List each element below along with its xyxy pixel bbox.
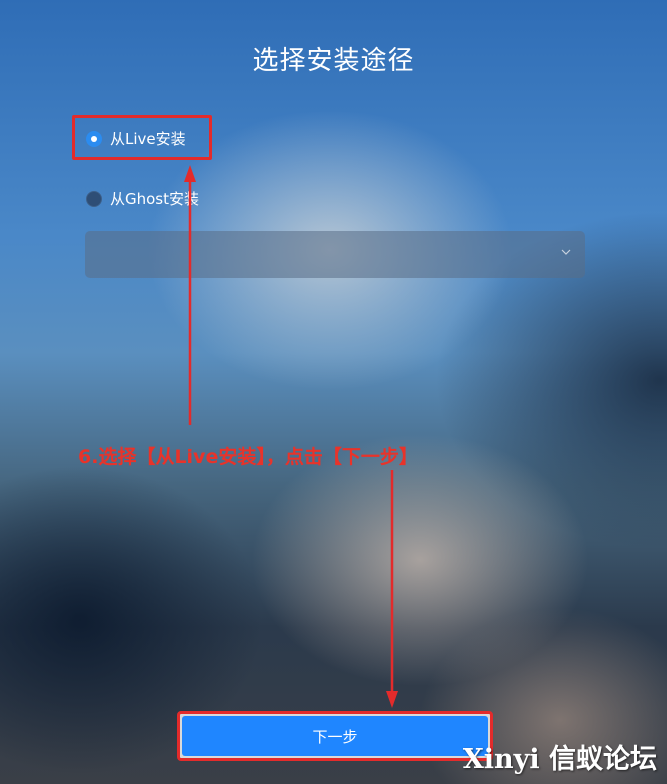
option-ghost-label: 从Ghost安装 <box>110 190 200 208</box>
option-ghost-install[interactable]: 从Ghost安装 <box>86 188 199 209</box>
annotation-highlight-box <box>72 115 212 160</box>
chevron-down-icon <box>561 249 571 255</box>
next-button[interactable]: 下一步 <box>182 716 488 756</box>
instruction-annotation: 6.选择【从Live安装】，点击【下一步】 <box>78 446 418 468</box>
next-button-highlight: 下一步 <box>177 711 493 761</box>
page-title: 选择安装途径 <box>252 46 415 76</box>
image-select-dropdown[interactable] <box>85 231 585 278</box>
watermark-logo: Xinyi 信蚁论坛 <box>462 744 657 775</box>
radio-unchecked-icon[interactable] <box>86 190 102 207</box>
